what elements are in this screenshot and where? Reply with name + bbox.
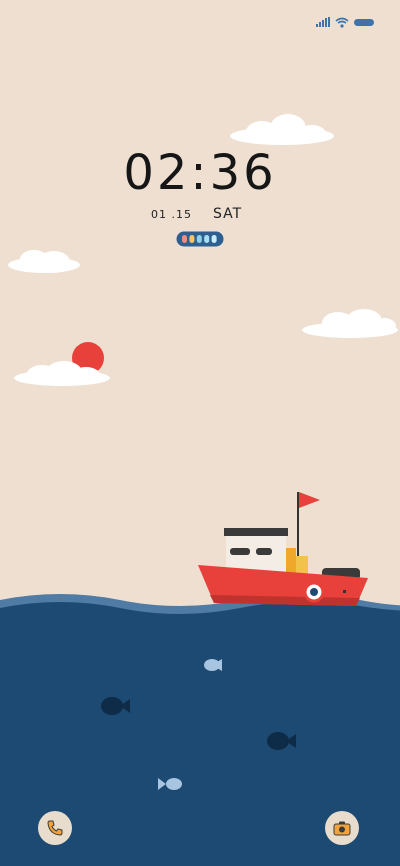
cloud [302,309,398,338]
wallpaper-illustration [0,114,400,866]
lockscreen-clock: 02:36 [123,145,277,201]
day-of-week: SAT [213,206,243,222]
cloud [8,250,80,273]
battery-segment [189,235,195,243]
battery-segment [182,235,187,243]
phone-icon [47,820,63,836]
date-row: 01 .15 SAT [0,205,400,225]
battery-segment [211,235,217,243]
date-text: 01 .15 [151,208,192,221]
camera-icon [333,821,351,836]
cellular-signal-icon [316,17,330,27]
boat [198,492,368,606]
battery-icon [354,18,374,26]
status-bar [316,12,374,32]
wifi-icon [335,17,349,28]
phone-shortcut-button[interactable] [38,811,72,845]
fish [204,659,222,671]
cloud [230,114,334,145]
camera-shortcut-button[interactable] [325,811,359,845]
battery-segment [204,235,210,243]
battery-level-indicator [176,231,224,247]
battery-segment [196,235,202,243]
